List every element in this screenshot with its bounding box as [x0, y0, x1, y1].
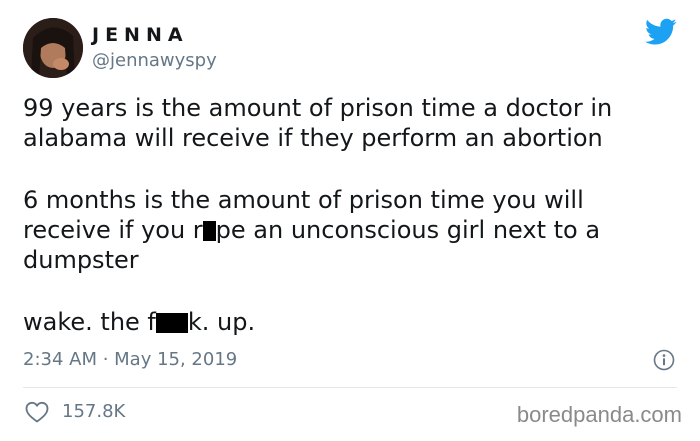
twitter-bird-icon[interactable] — [645, 18, 677, 46]
tweet-line: 99 years is the amount of prison time a … — [23, 94, 613, 122]
tweet-line: 6 months is the amount of prison time yo… — [23, 186, 584, 214]
avatar[interactable] — [23, 18, 83, 78]
user-handle[interactable]: @jennawyspy — [92, 50, 217, 72]
tweet-text-segment: receive if you r — [23, 216, 203, 244]
tweet-line: wake. the f k. up. — [23, 307, 683, 337]
heart-icon[interactable] — [25, 401, 49, 423]
divider — [23, 387, 677, 388]
watermark: boredpanda.com — [516, 402, 682, 427]
tweet-line: dumpster — [23, 246, 139, 274]
tweet-line: alabama will receive if they perform an … — [23, 124, 603, 152]
censor-bar — [155, 313, 188, 333]
tweet-text-segment: wake. the f — [23, 308, 156, 336]
censor-bar — [202, 221, 216, 241]
tweet-paragraph: 99 years is the amount of prison time a … — [23, 93, 683, 153]
tweet-text-segment: k. up. — [187, 308, 256, 336]
display-name[interactable]: JENNA — [92, 23, 189, 47]
info-icon[interactable] — [653, 349, 675, 371]
tweet-paragraph: 6 months is the amount of prison time yo… — [23, 185, 683, 275]
tweet-line: receive if you r pe an unconscious girl n… — [23, 215, 683, 245]
tweet-paragraph: wake. the f k. up. — [23, 307, 683, 337]
tweet-timestamp[interactable]: 2:34 AM · May 15, 2019 — [23, 348, 237, 372]
tweet-card: JENNA @jennawyspy 99 years is the amount… — [0, 0, 700, 441]
like-count[interactable]: 157.8K — [62, 400, 125, 424]
tweet-text-segment: pe an unconscious girl next to a — [215, 216, 601, 244]
tweet-text: 99 years is the amount of prison time a … — [23, 93, 683, 337]
